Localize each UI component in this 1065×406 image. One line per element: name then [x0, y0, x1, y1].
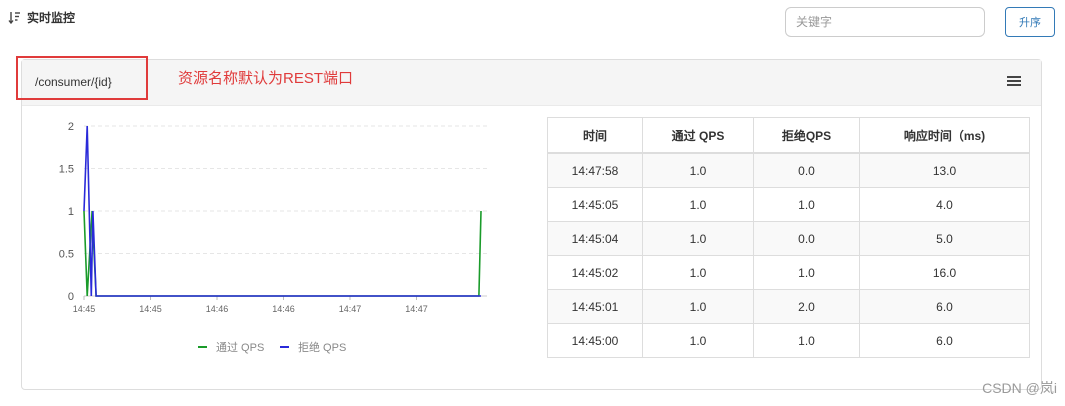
x-tick-label: 14:46: [272, 304, 295, 314]
table-row: 14:45:00 1.0 1.0 6.0: [547, 323, 1030, 358]
cell-pass-qps: 1.0: [642, 289, 754, 324]
col-time: 时间: [547, 117, 643, 154]
search-input[interactable]: [785, 7, 985, 37]
legend-item[interactable]: 通过 QPS: [198, 341, 264, 354]
table-header-row: 时间 通过 QPS 拒绝QPS 响应时间（ms): [547, 117, 1030, 154]
cell-response-time: 13.0: [859, 152, 1030, 188]
legend-item[interactable]: 拒绝 QPS: [280, 340, 346, 354]
cell-time: 14:45:02: [547, 255, 643, 290]
cell-block-qps: 1.0: [753, 255, 860, 290]
x-tick-label: 14:45: [73, 304, 96, 314]
y-tick-label: 1: [68, 206, 74, 218]
table-row: 14:47:58 1.0 0.0 13.0: [547, 152, 1030, 188]
legend-label: 通过 QPS: [216, 341, 264, 354]
cell-response-time: 16.0: [859, 255, 1030, 290]
y-tick-label: 2: [68, 121, 74, 133]
annotation-box: [16, 56, 148, 100]
x-axis: 14:45 14:45 14:46 14:46 14:47 14:47: [73, 296, 428, 314]
page-title: 实时监控: [27, 10, 76, 25]
sort-descending-icon: [8, 11, 20, 24]
col-response-time: 响应时间（ms): [859, 117, 1030, 154]
sort-ascending-button[interactable]: 升序: [1005, 7, 1055, 37]
x-tick-label: 14:47: [339, 304, 362, 314]
cell-pass-qps: 1.0: [642, 152, 754, 188]
cell-pass-qps: 1.0: [642, 187, 754, 222]
cell-pass-qps: 1.0: [642, 255, 754, 290]
cell-time: 14:45:01: [547, 289, 643, 324]
cell-time: 14:45:04: [547, 221, 643, 256]
annotation-text: 资源名称默认为REST端口: [178, 70, 354, 87]
table-row: 14:45:05 1.0 1.0 4.0: [547, 187, 1030, 222]
cell-block-qps: 1.0: [753, 323, 860, 358]
y-axis: 0 0.5 1 1.5 2: [59, 121, 74, 303]
y-tick-label: 0.5: [59, 249, 74, 261]
table-row: 14:45:04 1.0 0.0 5.0: [547, 221, 1030, 256]
table-row: 14:45:01 1.0 2.0 6.0: [547, 289, 1030, 324]
cell-time: 14:47:58: [547, 152, 643, 188]
qps-chart: 0 0.5 1 1.5 2 14:45 14:45 14:46 14:46 14:47 14:47…: [59, 121, 487, 354]
cell-response-time: 5.0: [859, 221, 1030, 256]
watermark: CSDN @岚i: [982, 380, 1057, 396]
cell-block-qps: 2.0: [753, 289, 860, 324]
cell-pass-qps: 1.0: [642, 221, 754, 256]
monitor-table: 时间 通过 QPS 拒绝QPS 响应时间（ms) 14:47:58 1.0 0.…: [547, 117, 1030, 358]
chart-grid: [84, 125, 487, 297]
cell-pass-qps: 1.0: [642, 323, 754, 358]
col-block-qps: 拒绝QPS: [753, 117, 860, 154]
y-tick-label: 0: [68, 291, 74, 303]
x-tick-label: 14:46: [206, 304, 229, 314]
cell-block-qps: 0.0: [753, 152, 860, 188]
card-header: /consumer/{id}: [22, 60, 1041, 106]
cell-time: 14:45:05: [547, 187, 643, 222]
hamburger-menu-icon[interactable]: [1007, 76, 1021, 88]
legend-label: 拒绝 QPS: [298, 340, 346, 354]
x-tick-label: 14:47: [405, 304, 428, 314]
x-tick-label: 14:45: [139, 304, 162, 314]
cell-response-time: 4.0: [859, 187, 1030, 222]
table-row: 14:45:02 1.0 1.0 16.0: [547, 255, 1030, 290]
cell-response-time: 6.0: [859, 323, 1030, 358]
cell-response-time: 6.0: [859, 289, 1030, 324]
page-header: 实时监控: [8, 7, 75, 27]
cell-block-qps: 0.0: [753, 221, 860, 256]
cell-time: 14:45:00: [547, 323, 643, 358]
y-tick-label: 1.5: [59, 164, 74, 176]
chart-legend[interactable]: 通过 QPS 拒绝 QPS: [198, 340, 346, 354]
cell-block-qps: 1.0: [753, 187, 860, 222]
col-pass-qps: 通过 QPS: [642, 117, 754, 154]
